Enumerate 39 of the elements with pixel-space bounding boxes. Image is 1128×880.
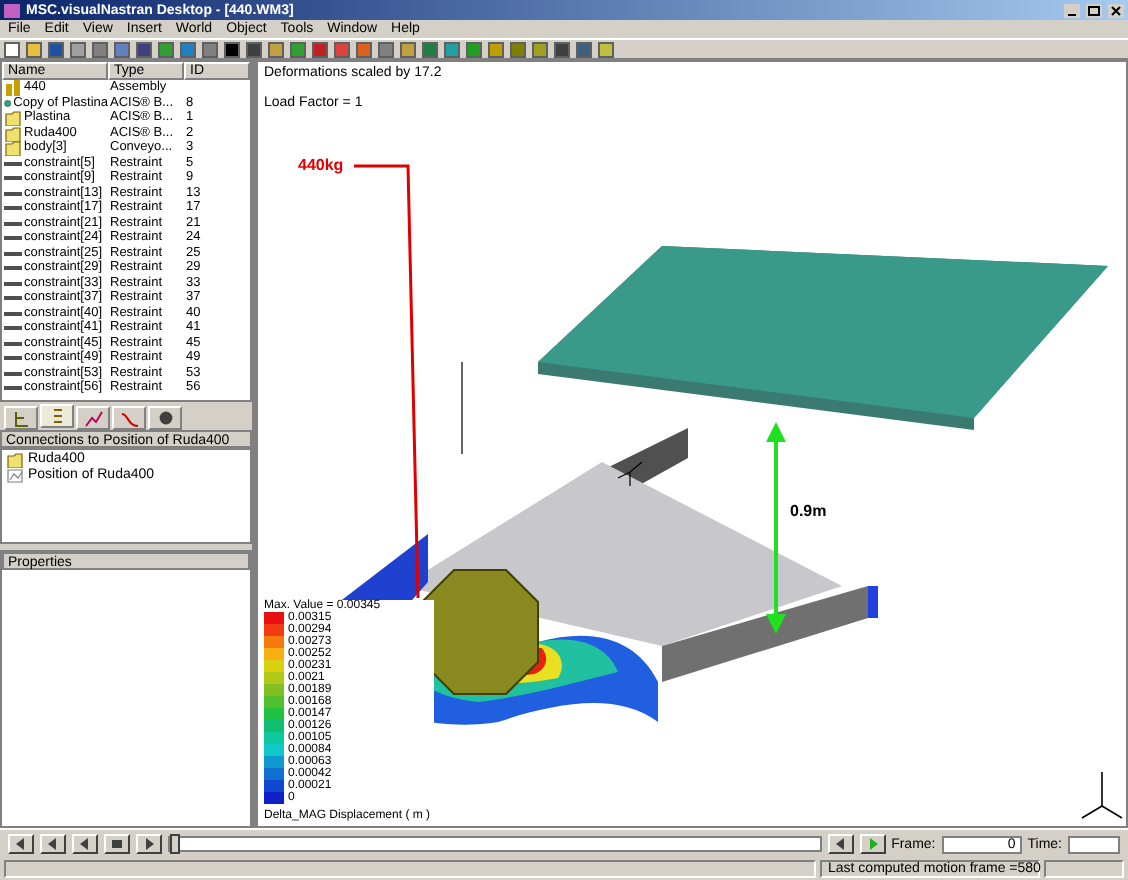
- position-icon: [6, 465, 24, 483]
- panel-tab[interactable]: [4, 406, 38, 430]
- close-icon[interactable]: [1108, 3, 1124, 17]
- playback-button[interactable]: [104, 834, 130, 854]
- panel-tab[interactable]: [148, 406, 182, 430]
- status-cell: [1044, 860, 1124, 878]
- playback-button[interactable]: [8, 834, 34, 854]
- stop-icon: [110, 838, 124, 850]
- 3d-viewport[interactable]: [256, 60, 1128, 828]
- panel-tab[interactable]: [112, 406, 146, 430]
- frame-slider[interactable]: [168, 836, 822, 852]
- minimize-icon[interactable]: [1064, 3, 1080, 17]
- step-back-icon: [833, 838, 848, 850]
- play-icon: [142, 838, 156, 850]
- gear-icon: [155, 408, 175, 428]
- slider-thumb[interactable]: [170, 834, 180, 854]
- playback-button[interactable]: [72, 834, 98, 854]
- step-back-icon: [78, 838, 92, 850]
- curve-icon: [119, 408, 139, 428]
- graph-icon: [83, 408, 103, 428]
- step-button[interactable]: [827, 834, 854, 854]
- load-label: 440kg: [298, 156, 344, 174]
- rewind-icon: [14, 838, 28, 850]
- axis-triad-icon: [1081, 771, 1123, 819]
- axis-triad-icon: [617, 461, 643, 487]
- tree-icon: [11, 408, 31, 428]
- time-field[interactable]: [1068, 835, 1120, 853]
- maximize-icon[interactable]: [1086, 3, 1102, 17]
- play-icon: [865, 838, 880, 850]
- axis-line: [461, 361, 463, 455]
- step-back-icon: [46, 838, 60, 850]
- run-button[interactable]: [859, 834, 886, 854]
- panel-tab[interactable]: [76, 406, 110, 430]
- assembly-icon: [4, 78, 22, 97]
- playback-button[interactable]: [136, 834, 162, 854]
- playback-button[interactable]: [40, 834, 66, 854]
- panel-tab[interactable]: [40, 404, 74, 428]
- height-label: 0.9m: [790, 502, 827, 520]
- app-icon: [4, 3, 20, 17]
